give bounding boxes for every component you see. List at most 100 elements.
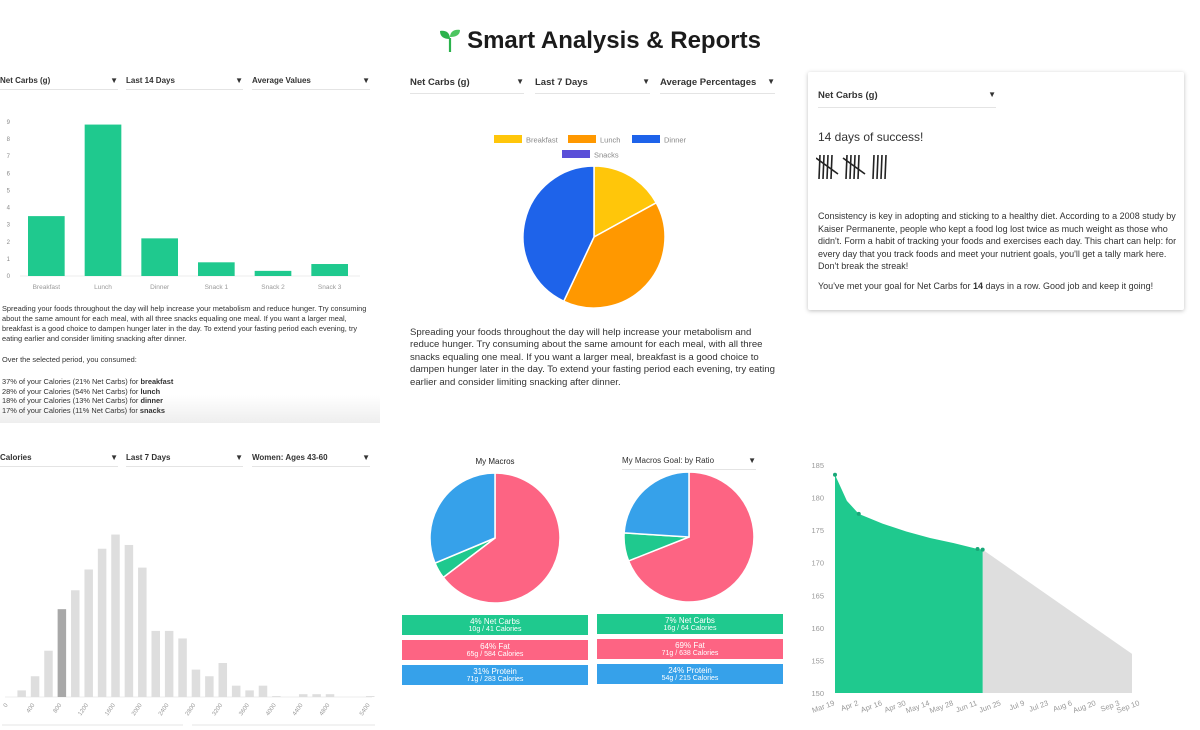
histogram-bar [30, 676, 40, 697]
x-tick-label: Mar 19 [811, 698, 836, 714]
x-tick-label: 400 [26, 702, 37, 714]
histogram-bar [111, 534, 120, 697]
y-tick-label: 0 [7, 274, 11, 280]
macros-goal-dropdown[interactable]: My Macros Goal: by Ratio ▼ [622, 456, 756, 470]
data-point [975, 547, 980, 552]
histogram-bar [272, 696, 281, 697]
histogram-bar [57, 609, 67, 697]
x-tick-label: 4000 [265, 702, 278, 717]
legend-swatch [562, 150, 590, 158]
summary-item: 37% of your Calories (21% Net Carbs) for… [2, 377, 174, 386]
caret-down-icon: ▼ [235, 76, 243, 85]
x-tick-label: 0 [3, 702, 10, 709]
y-tick-label: 170 [811, 559, 824, 568]
x-tick-label: 3600 [238, 702, 251, 717]
meal-advice-text: Spreading your foods throughout the day … [410, 327, 775, 388]
actual-weight-area [835, 474, 983, 693]
tally-stroke [845, 154, 848, 180]
histogram-bar [138, 567, 147, 697]
histogram-bar [231, 685, 241, 697]
x-tick-label: Jul 23 [1028, 698, 1050, 713]
meal-pie-chart: Breakfast Lunch Dinner Snacks [494, 135, 687, 309]
histogram-bar [84, 569, 93, 697]
nutrient-dropdown[interactable]: Net Carbs (g) ▼ [0, 76, 118, 90]
histogram-bar [178, 638, 187, 697]
x-tick-label: 2400 [158, 702, 171, 717]
bar [198, 262, 235, 276]
y-tick-label: 150 [811, 689, 824, 698]
legend-swatch [494, 135, 522, 143]
caret-down-icon: ▼ [516, 77, 524, 86]
histogram-bar [44, 650, 53, 697]
y-tick-label: 185 [811, 461, 824, 470]
population-dropdown[interactable]: Women: Ages 43-60 ▼ [252, 453, 370, 467]
y-tick-label: 175 [811, 526, 824, 535]
period-dropdown[interactable]: Last 14 Days ▼ [126, 76, 243, 90]
x-tick-label: 5400 [359, 702, 372, 717]
x-tick-label: 800 [53, 702, 64, 714]
x-tick-label: Breakfast [33, 284, 61, 291]
y-tick-label: 9 [7, 120, 11, 126]
tally-stroke [876, 154, 879, 180]
y-tick-label: 6 [7, 171, 11, 177]
histogram-bar [218, 663, 228, 697]
histogram-bar [164, 630, 174, 697]
x-tick-label: Aug 6 [1052, 698, 1074, 713]
x-tick-label: Apr 16 [859, 698, 883, 714]
bar [28, 216, 65, 276]
x-tick-label: Jun 25 [978, 698, 1002, 714]
summary-item: 28% of your Calories (54% Net Carbs) for… [2, 386, 161, 396]
net-carbs-box: 4% Net Carbs 10g / 41 Calories [402, 615, 588, 635]
nutrient-dropdown[interactable]: Net Carbs (g) ▼ [818, 90, 996, 108]
x-tick-label: Snack 1 [205, 284, 229, 291]
my-macros-title: My Macros [475, 457, 515, 466]
legend-label: Breakfast [526, 136, 559, 145]
mode-dropdown[interactable]: Average Values ▼ [252, 76, 370, 90]
y-tick-label: 1 [7, 257, 11, 263]
tally-stroke [872, 154, 875, 180]
goal-macro-slice [623, 471, 690, 538]
tally-stroke [849, 154, 852, 180]
bar [311, 264, 348, 276]
histogram-bar [97, 548, 107, 697]
sprout-icon [440, 29, 461, 52]
y-tick-label: 4 [7, 206, 11, 212]
histogram-bar [17, 690, 26, 697]
caret-down-icon: ▼ [110, 453, 118, 462]
summary-item: 17% of your Calories (11% Net Carbs) for… [2, 405, 165, 415]
x-tick-label: 1600 [104, 702, 117, 717]
period-dropdown[interactable]: Last 7 Days ▼ [126, 453, 243, 467]
y-tick-label: 2 [7, 240, 11, 246]
calorie-histogram: 0 400 800 1200 1600 2000 2400 2800 3200 3600 4000 4… [2, 534, 375, 726]
tally-stroke [830, 154, 833, 180]
x-tick-label: May 28 [928, 698, 954, 715]
y-tick-label: 165 [811, 591, 824, 600]
streak-headline: 14 days of success! [818, 130, 924, 144]
meal-advice-text: Spreading your foods throughout the day … [2, 304, 367, 343]
caret-down-icon: ▼ [235, 453, 243, 462]
histogram-bar [191, 669, 201, 697]
histogram-bar [325, 694, 335, 697]
histogram-bar [366, 696, 375, 697]
x-tick-label: Sep 10 [1115, 698, 1140, 715]
caret-down-icon: ▼ [110, 76, 118, 85]
data-point [856, 511, 861, 516]
nutrient-dropdown[interactable]: Net Carbs (g) ▼ [410, 77, 524, 94]
tally-marks-icon [816, 154, 887, 180]
legend-swatch [632, 135, 660, 143]
caret-down-icon: ▼ [767, 77, 775, 86]
tally-stroke [884, 154, 887, 180]
histogram-bar [298, 694, 308, 697]
y-tick-label: 3 [7, 223, 11, 229]
weight-trend-chart: 150 155 160 165 170 175 180 185 Mar 19 Apr 2 Apr 1… [811, 461, 1141, 715]
x-tick-label: Jun 11 [955, 698, 979, 714]
page-title: Smart Analysis & Reports [0, 27, 1200, 55]
tally-stroke [818, 154, 821, 180]
caret-down-icon: ▼ [642, 77, 650, 86]
caret-down-icon: ▼ [748, 456, 756, 465]
caret-down-icon: ▼ [362, 453, 370, 462]
summary-list: 37% of your Calories (21% Net Carbs) for… [2, 377, 173, 416]
period-dropdown[interactable]: Last 7 Days ▼ [535, 77, 650, 94]
nutrient-dropdown[interactable]: Calories ▼ [0, 453, 118, 467]
mode-dropdown[interactable]: Average Percentages ▼ [660, 77, 775, 94]
